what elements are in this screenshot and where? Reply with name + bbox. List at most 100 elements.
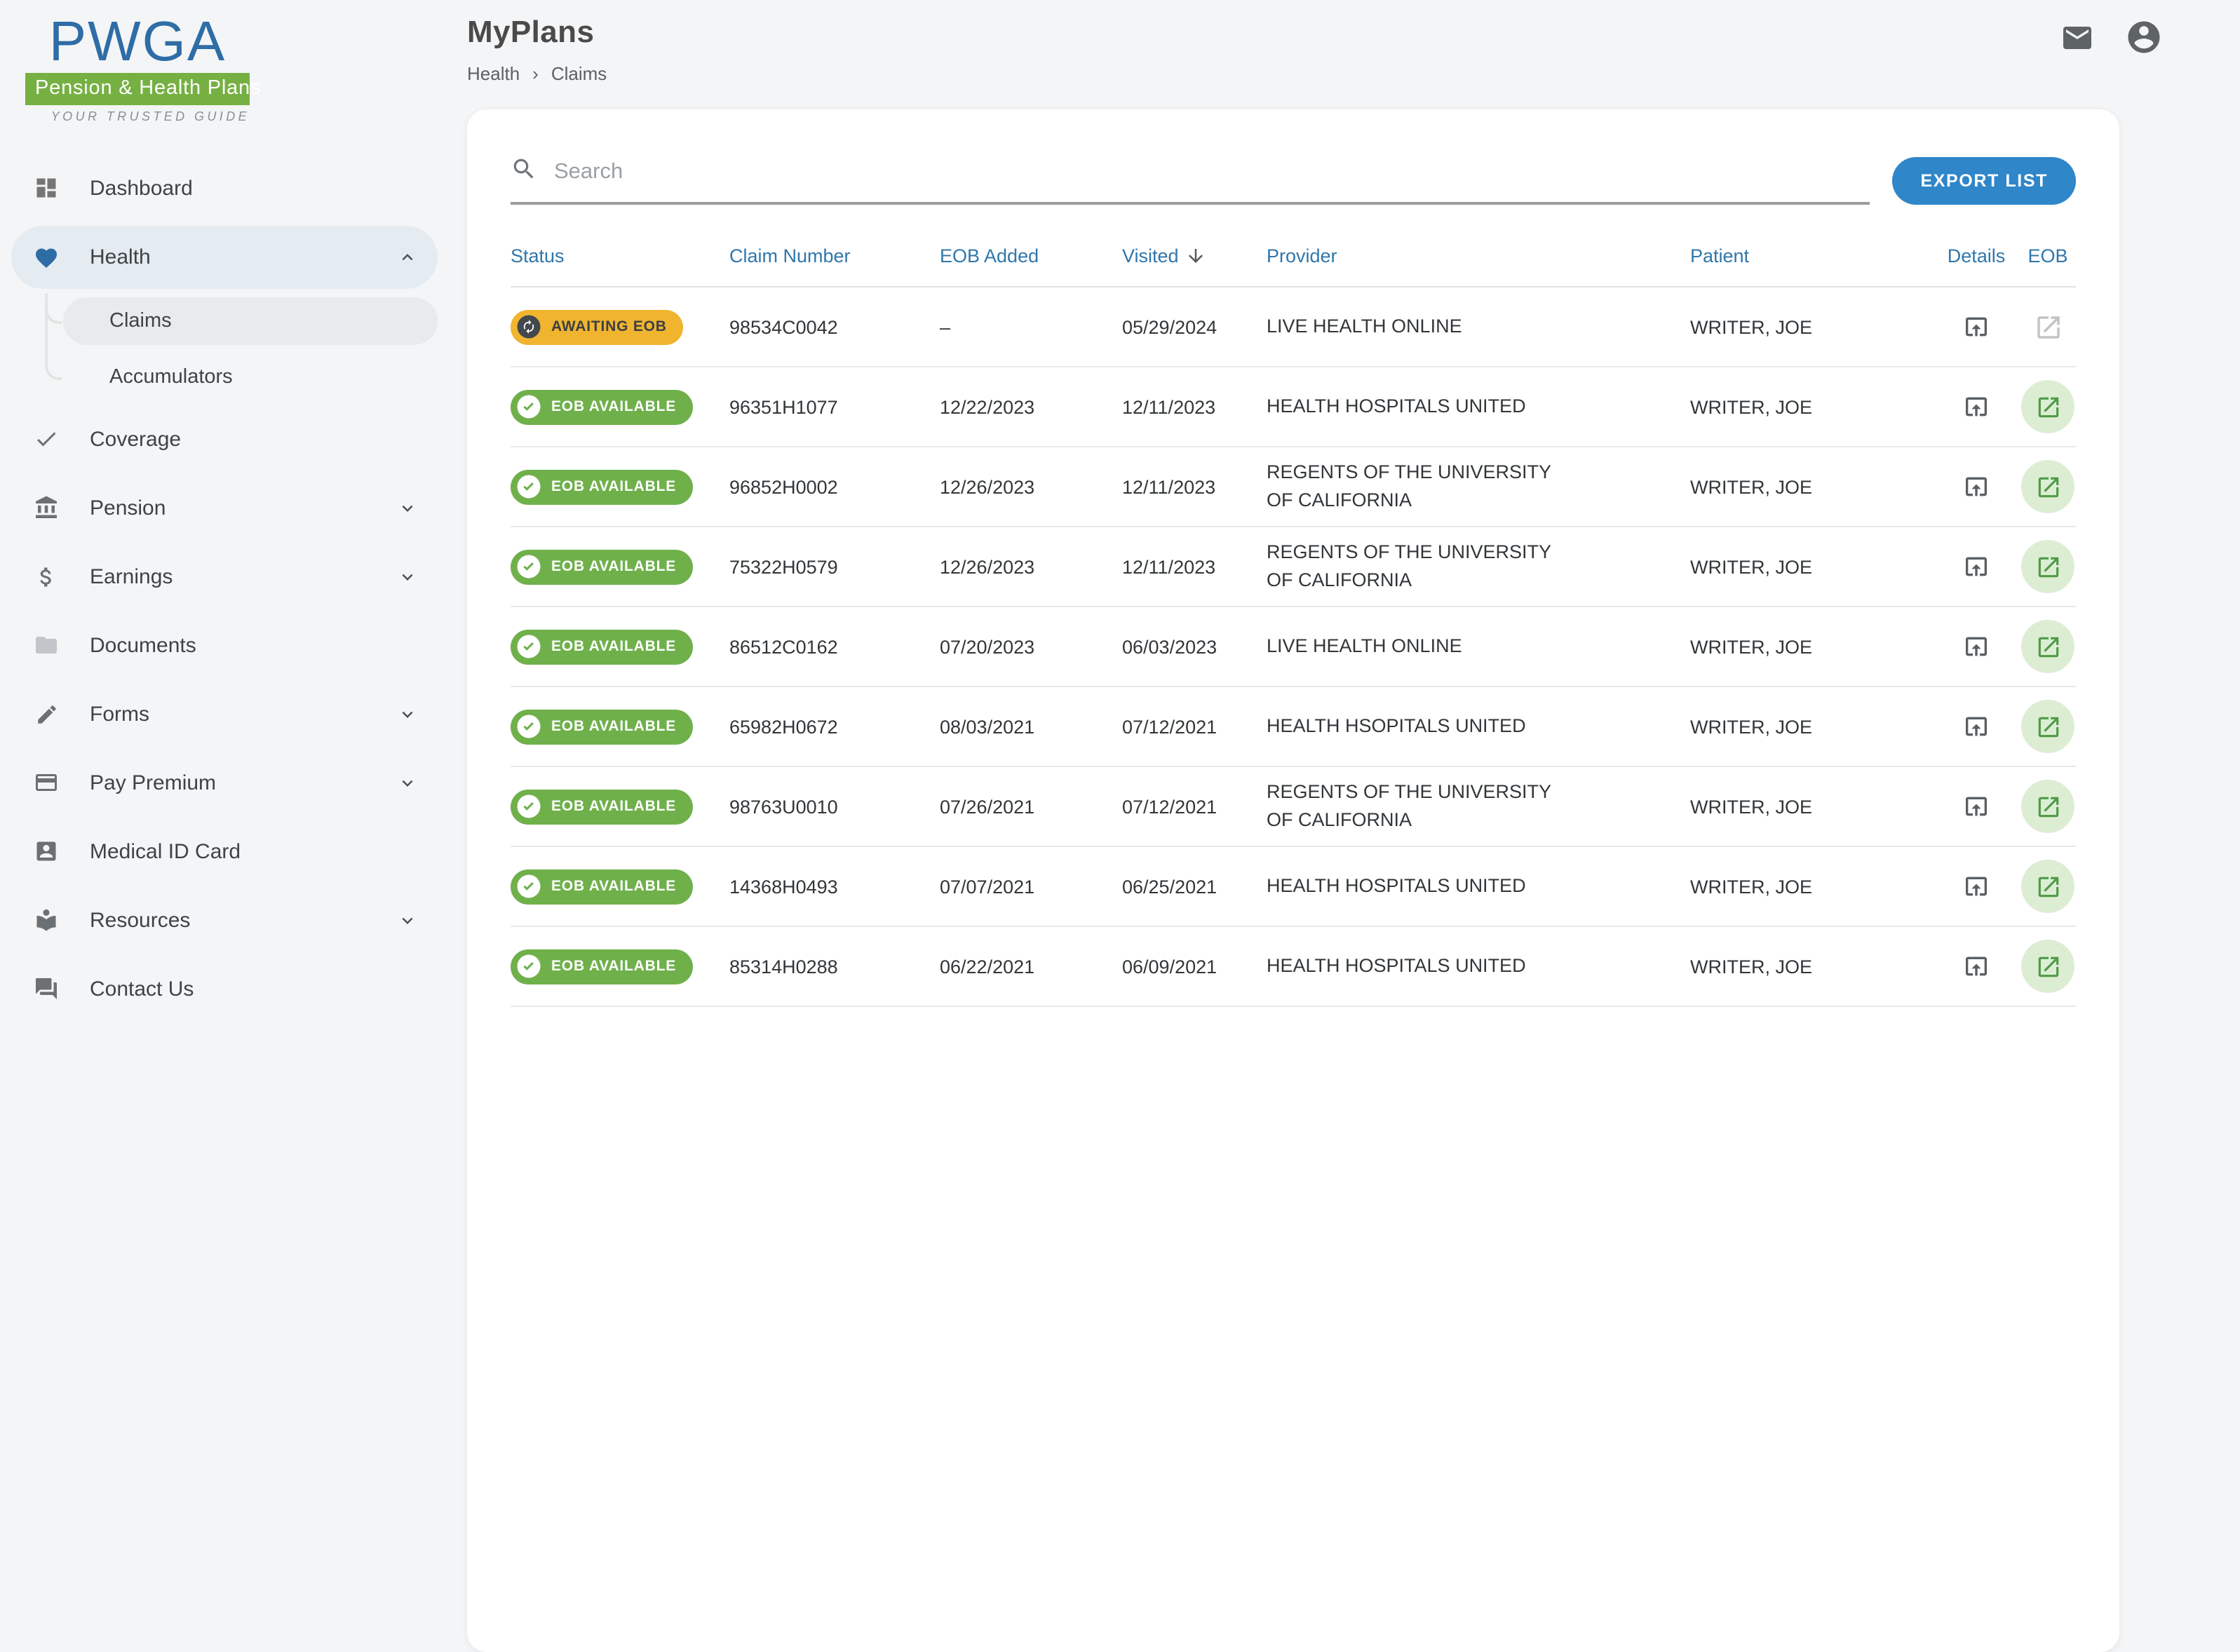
column-header-eob-added[interactable]: EOB Added — [940, 245, 1122, 266]
visited-cell: 06/03/2023 — [1122, 636, 1267, 657]
sidebar-item-pension[interactable]: Pension — [11, 477, 438, 539]
claim-row: EOB AVAILABLE75322H057912/26/202312/11/2… — [511, 527, 2076, 607]
sidebar-group-coverage: Coverage — [0, 408, 449, 470]
sidebar-item-health[interactable]: Health — [11, 226, 438, 289]
sidebar-item-earnings[interactable]: Earnings — [11, 546, 438, 607]
eob-cell — [2020, 860, 2076, 913]
status-cell: AWAITING EOB — [511, 309, 729, 344]
claim-details-button[interactable] — [1962, 952, 1990, 980]
sidebar-subitem-label: Claims — [109, 310, 172, 332]
claims-toolbar: EXPORT LIST — [511, 156, 2076, 205]
claim-number-cell: 65982H0672 — [729, 716, 940, 737]
provider-cell: REGENTS OF THE UNIVERSITY OF CALIFORNIA — [1267, 778, 1690, 835]
open-eob-button[interactable] — [2021, 380, 2074, 433]
claim-number-cell: 14368H0493 — [729, 876, 940, 897]
claim-details-button[interactable] — [1962, 553, 1990, 581]
folder-icon — [34, 632, 59, 658]
open-eob-button[interactable] — [2021, 460, 2074, 513]
status-badge: EOB AVAILABLE — [511, 869, 693, 904]
open-eob-button[interactable] — [2021, 540, 2074, 593]
sidebar-item-forms[interactable]: Forms — [11, 683, 438, 745]
breadcrumb-separator-icon: › — [532, 63, 539, 84]
column-header-visited[interactable]: Visited — [1122, 245, 1267, 266]
chevron-down-icon — [397, 566, 418, 587]
status-badge-label: EOB AVAILABLE — [551, 958, 676, 975]
eob-cell — [2020, 940, 2076, 993]
id-card-icon — [34, 839, 59, 864]
sidebar-item-resources[interactable]: Resources — [11, 889, 438, 951]
sidebar-item-label: Pension — [90, 496, 166, 520]
column-header-provider[interactable]: Provider — [1267, 245, 1690, 266]
claim-number-cell: 98763U0010 — [729, 796, 940, 817]
chevron-down-icon — [397, 909, 418, 930]
claim-details-button[interactable] — [1962, 393, 1990, 421]
claim-details-button[interactable] — [1962, 632, 1990, 661]
sidebar-group-forms: Forms — [0, 683, 449, 745]
status-cell: EOB AVAILABLE — [511, 389, 729, 424]
claim-details-button[interactable] — [1962, 313, 1990, 341]
sidebar-subitem-claims[interactable]: Claims — [63, 297, 438, 345]
provider-name: HEALTH HOSPITALS UNITED — [1267, 952, 1526, 981]
chevron-down-icon — [397, 703, 418, 724]
column-header-patient[interactable]: Patient — [1690, 245, 1933, 266]
sidebar-subitem-accumulators[interactable]: Accumulators — [63, 353, 438, 401]
sidebar-group-contact-us: Contact Us — [0, 958, 449, 1020]
column-header-label: Provider — [1267, 245, 1337, 266]
pencil-icon — [34, 701, 59, 726]
sidebar-item-medical-id-card[interactable]: Medical ID Card — [11, 820, 438, 882]
open-eob-button[interactable] — [2021, 620, 2074, 673]
sidebar-group-resources: Resources — [0, 889, 449, 951]
claim-number-cell: 85314H0288 — [729, 956, 940, 977]
claim-row: EOB AVAILABLE98763U001007/26/202107/12/2… — [511, 767, 2076, 847]
claim-details-button[interactable] — [1962, 872, 1990, 900]
claims-card: EXPORT LIST StatusClaim NumberEOB AddedV… — [467, 109, 2119, 1652]
sidebar-item-documents[interactable]: Documents — [11, 614, 438, 676]
open-eob-button[interactable] — [2021, 940, 2074, 993]
open-eob-button-disabled — [2021, 300, 2074, 353]
sidebar-item-pay-premium[interactable]: Pay Premium — [11, 752, 438, 813]
account-icon[interactable] — [2125, 18, 2163, 56]
mail-icon[interactable] — [2060, 20, 2094, 54]
sidebar-group-health: Health Claims Accumulators — [0, 226, 449, 401]
open-eob-button[interactable] — [2021, 860, 2074, 913]
breadcrumb-item-health[interactable]: Health — [467, 63, 520, 84]
column-header-claim-number[interactable]: Claim Number — [729, 245, 940, 266]
status-cell: EOB AVAILABLE — [511, 789, 729, 824]
search-input[interactable] — [551, 158, 1870, 187]
status-cell: EOB AVAILABLE — [511, 949, 729, 984]
visited-cell: 12/11/2023 — [1122, 396, 1267, 417]
claim-details-button[interactable] — [1962, 792, 1990, 820]
provider-cell: HEALTH HOSPITALS UNITED — [1267, 952, 1690, 981]
column-header-label: Visited — [1122, 245, 1179, 266]
sidebar-group-pension: Pension — [0, 477, 449, 539]
claim-number-cell: 96351H1077 — [729, 396, 940, 417]
sidebar-item-dashboard[interactable]: Dashboard — [11, 157, 438, 219]
check-circle-icon — [516, 874, 541, 899]
column-header-status[interactable]: Status — [511, 245, 729, 266]
status-badge: EOB AVAILABLE — [511, 629, 693, 664]
claim-details-button[interactable] — [1962, 473, 1990, 501]
sidebar-item-contact-us[interactable]: Contact Us — [11, 958, 438, 1020]
patient-cell: WRITER, JOE — [1690, 716, 1933, 737]
export-list-button[interactable]: EXPORT LIST — [1892, 157, 2076, 205]
provider-cell: REGENTS OF THE UNIVERSITY OF CALIFORNIA — [1267, 459, 1690, 515]
claim-details-button[interactable] — [1962, 712, 1990, 740]
patient-cell: WRITER, JOE — [1690, 316, 1933, 337]
search-box — [511, 156, 1870, 205]
dashboard-icon — [34, 175, 59, 201]
sidebar-item-label: Earnings — [90, 564, 173, 588]
open-eob-button[interactable] — [2021, 700, 2074, 753]
sidebar-item-coverage[interactable]: Coverage — [11, 408, 438, 470]
column-header-eob[interactable]: EOB — [2020, 245, 2076, 266]
sidebar-item-label: Medical ID Card — [90, 839, 241, 863]
open-eob-button[interactable] — [2021, 780, 2074, 833]
sidebar-group-earnings: Earnings — [0, 546, 449, 607]
sidebar-item-label: Documents — [90, 633, 196, 657]
chevron-down-icon — [397, 772, 418, 793]
patient-cell: WRITER, JOE — [1690, 956, 1933, 977]
breadcrumb-item-claims[interactable]: Claims — [551, 63, 607, 84]
chevron-down-icon — [397, 497, 418, 518]
eob-cell — [2020, 460, 2076, 513]
patient-cell: WRITER, JOE — [1690, 556, 1933, 577]
column-header-details[interactable]: Details — [1933, 245, 2020, 266]
